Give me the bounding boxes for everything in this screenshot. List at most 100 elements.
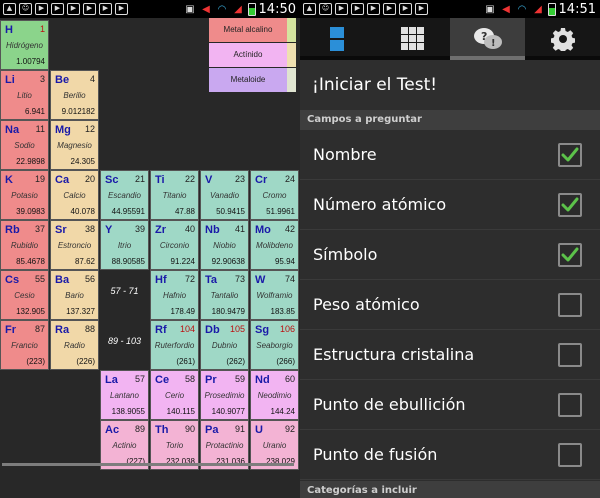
element-cell[interactable]: Sr 38 Estroncio 87.62: [50, 220, 99, 270]
element-cell[interactable]: Nb 41 Niobio 92.90638: [200, 220, 249, 270]
element-symbol: Y: [105, 224, 113, 236]
play-icon: ▶: [83, 3, 96, 15]
element-symbol: H: [5, 24, 13, 36]
element-name: Magnesio: [57, 141, 92, 150]
element-name: Tantalio: [210, 291, 239, 300]
categories-header: Categorías a incluir: [300, 481, 600, 498]
play-icon: ▶: [367, 3, 380, 15]
element-symbol: Th: [155, 424, 169, 436]
field-checkbox[interactable]: [558, 393, 582, 417]
element-cell[interactable]: Ti 22 Titanio 47.88: [150, 170, 199, 220]
element-symbol: Be: [55, 74, 70, 86]
element-cell[interactable]: Ta 73 Tantalio 180.9479: [200, 270, 249, 320]
mute-icon: ◀: [202, 3, 210, 15]
element-cell[interactable]: Mo 42 Molibdeno 95.94: [250, 220, 299, 270]
clock: 14:51: [558, 2, 596, 17]
field-checkbox[interactable]: [558, 243, 582, 267]
element-number: 42: [284, 224, 295, 234]
field-checkbox[interactable]: [558, 443, 582, 467]
element-cell[interactable]: Ra 88 Radio (226): [50, 320, 99, 370]
field-option-label: Punto de ebullición: [313, 395, 466, 414]
element-symbol: Rb: [5, 224, 20, 236]
element-number: 12: [84, 124, 95, 134]
element-cell[interactable]: Li 3 Litio 6.941: [0, 70, 49, 120]
element-mass: 39.0983: [16, 207, 45, 216]
tab-settings[interactable]: [525, 18, 600, 60]
element-number: 37: [34, 224, 45, 234]
element-mass: 92.90638: [211, 257, 245, 266]
legend-strip: [287, 68, 296, 92]
element-number: 106: [279, 324, 295, 334]
element-name: Cromo: [262, 191, 287, 200]
element-mass: (223): [26, 357, 45, 366]
element-cell[interactable]: V 23 Vanadio 50.9415: [200, 170, 249, 220]
svg-text:!: !: [491, 38, 496, 49]
legend-strip: [287, 18, 296, 42]
element-cell[interactable]: Ce 58 Cerio 140.115: [150, 370, 199, 420]
element-number: 21: [134, 174, 145, 184]
field-checkbox[interactable]: [558, 143, 582, 167]
element-cell[interactable]: Mg 12 Magnesio 24.305: [50, 120, 99, 170]
element-cell[interactable]: Nd 60 Neodimio 144.24: [250, 370, 299, 420]
element-cell[interactable]: Pr 59 Prosedimio 140.9077: [200, 370, 249, 420]
field-option[interactable]: Punto de fusión: [300, 430, 600, 480]
element-number: 72: [184, 274, 195, 284]
element-cell[interactable]: Zr 40 Circonio 91.224: [150, 220, 199, 270]
element-symbol: Mg: [55, 124, 71, 136]
element-symbol: Ra: [55, 324, 70, 336]
field-option[interactable]: Símbolo: [300, 230, 600, 280]
element-cell[interactable]: Rf 104 Ruterfordio (261): [150, 320, 199, 370]
field-checkbox[interactable]: [558, 193, 582, 217]
field-checkbox[interactable]: [558, 293, 582, 317]
element-cell[interactable]: Db 105 Dubnio (262): [200, 320, 249, 370]
element-mass: 180.9479: [211, 307, 245, 316]
element-cell[interactable]: H 1 Hidrógeno 1.00794: [0, 20, 49, 70]
element-symbol: Fr: [5, 324, 16, 336]
element-cell[interactable]: Sc 21 Escandio 44.95591: [100, 170, 149, 220]
signal-icon: ◢: [534, 3, 542, 15]
field-checkbox[interactable]: [558, 343, 582, 367]
start-quiz-button[interactable]: ¡Iniciar el Test!: [300, 60, 600, 110]
element-number: 22: [184, 174, 195, 184]
element-cell[interactable]: Hf 72 Hafnio 178.49: [150, 270, 199, 320]
element-cell[interactable]: Cs 55 Cesio 132.905: [0, 270, 49, 320]
field-option[interactable]: Estructura cristalina: [300, 330, 600, 380]
field-option-label: Nombre: [313, 145, 377, 164]
element-cell[interactable]: Be 4 Berilio 9.012182: [50, 70, 99, 120]
element-cell[interactable]: Sg 106 Seaborgio (266): [250, 320, 299, 370]
element-mass: (226): [76, 357, 95, 366]
element-name: Potasio: [11, 191, 38, 200]
element-name: Litio: [17, 91, 32, 100]
element-mass: (266): [276, 357, 295, 366]
element-mass: 183.85: [270, 307, 295, 316]
element-mass: 51.9961: [266, 207, 295, 216]
element-mass: (261): [176, 357, 195, 366]
element-cell[interactable]: W 74 Wolframio 183.85: [250, 270, 299, 320]
element-cell[interactable]: Fr 87 Francio (223): [0, 320, 49, 370]
element-mass: 50.9415: [216, 207, 245, 216]
element-cell[interactable]: Na 11 Sodio 22.9898: [0, 120, 49, 170]
field-option[interactable]: Número atómico: [300, 180, 600, 230]
play-icon: ▶: [67, 3, 80, 15]
element-cell[interactable]: Rb 37 Rubidio 85.4678: [0, 220, 49, 270]
element-mass: 91.224: [170, 257, 195, 266]
element-cell[interactable]: Cr 24 Cromo 51.9961: [250, 170, 299, 220]
field-option[interactable]: Nombre: [300, 130, 600, 180]
gallery-icon: ▲: [3, 3, 16, 15]
tab-quiz[interactable]: ? !: [450, 18, 525, 60]
tab-table[interactable]: [300, 18, 375, 60]
element-cell[interactable]: Ba 56 Bario 137.327: [50, 270, 99, 320]
element-cell[interactable]: K 19 Potasio 39.0983: [0, 170, 49, 220]
element-symbol: Cr: [255, 174, 268, 186]
element-number: 91: [234, 424, 245, 434]
element-cell[interactable]: Y 39 Itrio 88.90585: [100, 220, 149, 270]
field-option[interactable]: Punto de ebullición: [300, 380, 600, 430]
element-number: 3: [39, 74, 45, 84]
tab-grid[interactable]: [375, 18, 450, 60]
field-option[interactable]: Peso atómico: [300, 280, 600, 330]
element-symbol: W: [255, 274, 266, 286]
element-number: 74: [284, 274, 295, 284]
horizontal-scrollbar[interactable]: [2, 463, 294, 466]
element-cell[interactable]: Ca 20 Calcio 40.078: [50, 170, 99, 220]
element-cell[interactable]: La 57 Lantano 138.9055: [100, 370, 149, 420]
